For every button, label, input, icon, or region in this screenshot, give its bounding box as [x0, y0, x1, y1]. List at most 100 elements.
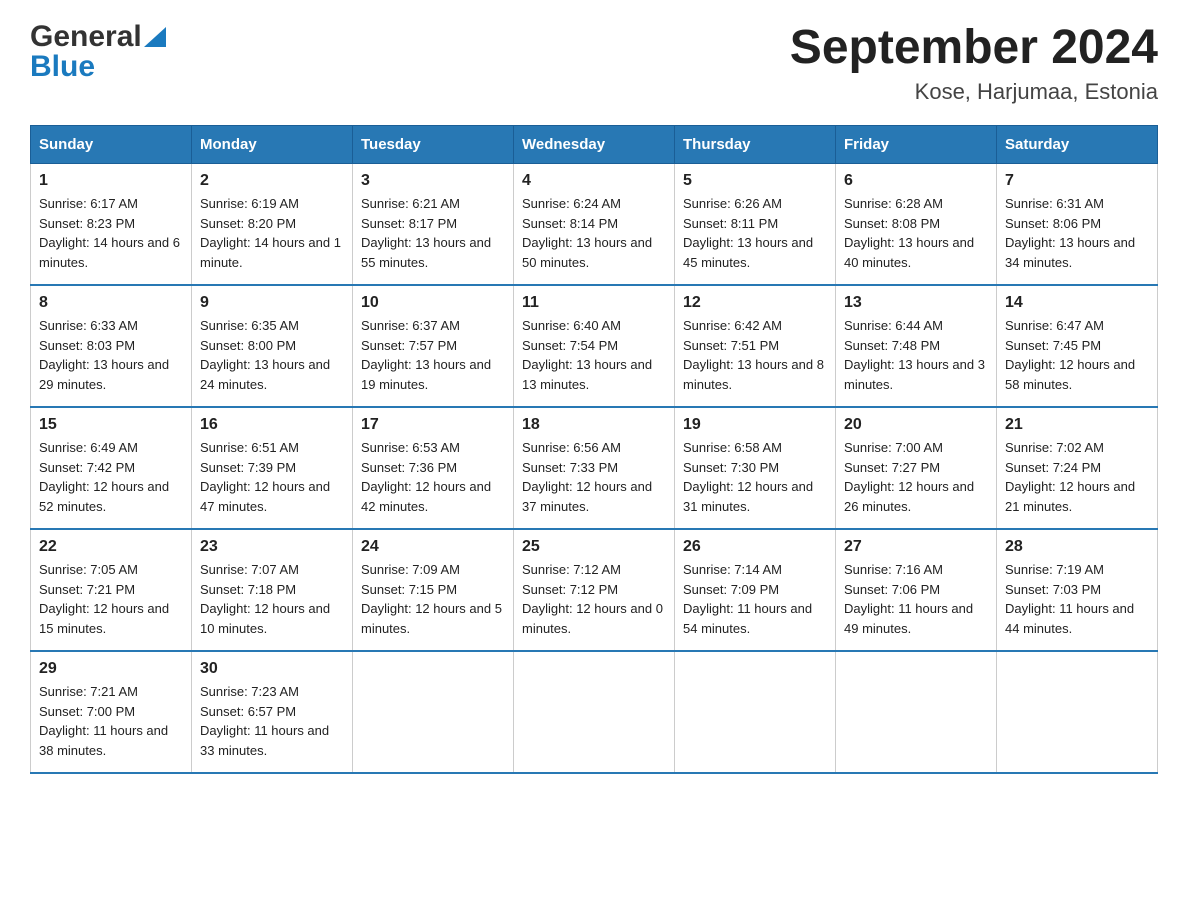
daylight-label: Daylight: 12 hours and 0 minutes.: [522, 601, 663, 636]
table-row: 22 Sunrise: 7:05 AM Sunset: 7:21 PM Dayl…: [31, 529, 192, 651]
day-info: Sunrise: 7:19 AM Sunset: 7:03 PM Dayligh…: [1005, 560, 1149, 638]
daylight-label: Daylight: 13 hours and 8 minutes.: [683, 357, 824, 392]
table-row: [836, 651, 997, 773]
day-number: 27: [844, 538, 988, 556]
day-number: 6: [844, 172, 988, 190]
table-row: 26 Sunrise: 7:14 AM Sunset: 7:09 PM Dayl…: [675, 529, 836, 651]
sunset-label: Sunset: 6:57 PM: [200, 704, 296, 719]
logo-line2: Blue: [30, 50, 166, 84]
sunset-label: Sunset: 8:06 PM: [1005, 216, 1101, 231]
day-info: Sunrise: 7:02 AM Sunset: 7:24 PM Dayligh…: [1005, 438, 1149, 516]
table-row: 7 Sunrise: 6:31 AM Sunset: 8:06 PM Dayli…: [997, 164, 1158, 286]
logo-triangle-icon: [144, 27, 166, 47]
sunrise-label: Sunrise: 6:24 AM: [522, 196, 621, 211]
table-row: 8 Sunrise: 6:33 AM Sunset: 8:03 PM Dayli…: [31, 285, 192, 407]
table-row: 6 Sunrise: 6:28 AM Sunset: 8:08 PM Dayli…: [836, 164, 997, 286]
table-row: 14 Sunrise: 6:47 AM Sunset: 7:45 PM Dayl…: [997, 285, 1158, 407]
daylight-label: Daylight: 11 hours and 44 minutes.: [1005, 601, 1134, 636]
day-number: 14: [1005, 294, 1149, 312]
daylight-label: Daylight: 12 hours and 47 minutes.: [200, 479, 330, 514]
day-number: 9: [200, 294, 344, 312]
sunset-label: Sunset: 7:27 PM: [844, 460, 940, 475]
daylight-label: Daylight: 12 hours and 37 minutes.: [522, 479, 652, 514]
day-number: 25: [522, 538, 666, 556]
sunset-label: Sunset: 8:20 PM: [200, 216, 296, 231]
table-row: [514, 651, 675, 773]
calendar-week-row: 22 Sunrise: 7:05 AM Sunset: 7:21 PM Dayl…: [31, 529, 1158, 651]
sunset-label: Sunset: 7:12 PM: [522, 582, 618, 597]
daylight-label: Daylight: 12 hours and 5 minutes.: [361, 601, 502, 636]
calendar-title: September 2024: [790, 20, 1158, 75]
day-number: 22: [39, 538, 183, 556]
day-info: Sunrise: 6:56 AM Sunset: 7:33 PM Dayligh…: [522, 438, 666, 516]
sunrise-label: Sunrise: 7:21 AM: [39, 684, 138, 699]
sunrise-label: Sunrise: 6:40 AM: [522, 318, 621, 333]
daylight-label: Daylight: 13 hours and 29 minutes.: [39, 357, 169, 392]
table-row: 11 Sunrise: 6:40 AM Sunset: 7:54 PM Dayl…: [514, 285, 675, 407]
day-info: Sunrise: 7:07 AM Sunset: 7:18 PM Dayligh…: [200, 560, 344, 638]
daylight-label: Daylight: 13 hours and 55 minutes.: [361, 235, 491, 270]
day-info: Sunrise: 6:53 AM Sunset: 7:36 PM Dayligh…: [361, 438, 505, 516]
daylight-label: Daylight: 12 hours and 21 minutes.: [1005, 479, 1135, 514]
sunrise-label: Sunrise: 6:17 AM: [39, 196, 138, 211]
daylight-label: Daylight: 13 hours and 40 minutes.: [844, 235, 974, 270]
sunset-label: Sunset: 7:18 PM: [200, 582, 296, 597]
daylight-label: Daylight: 13 hours and 3 minutes.: [844, 357, 985, 392]
table-row: 28 Sunrise: 7:19 AM Sunset: 7:03 PM Dayl…: [997, 529, 1158, 651]
day-info: Sunrise: 7:12 AM Sunset: 7:12 PM Dayligh…: [522, 560, 666, 638]
header-sunday: Sunday: [31, 126, 192, 164]
table-row: 17 Sunrise: 6:53 AM Sunset: 7:36 PM Dayl…: [353, 407, 514, 529]
day-number: 3: [361, 172, 505, 190]
day-info: Sunrise: 7:09 AM Sunset: 7:15 PM Dayligh…: [361, 560, 505, 638]
table-row: 24 Sunrise: 7:09 AM Sunset: 7:15 PM Dayl…: [353, 529, 514, 651]
day-info: Sunrise: 6:24 AM Sunset: 8:14 PM Dayligh…: [522, 194, 666, 272]
day-number: 15: [39, 416, 183, 434]
calendar-table: Sunday Monday Tuesday Wednesday Thursday…: [30, 125, 1158, 774]
sunset-label: Sunset: 7:36 PM: [361, 460, 457, 475]
sunrise-label: Sunrise: 6:31 AM: [1005, 196, 1104, 211]
sunrise-label: Sunrise: 6:58 AM: [683, 440, 782, 455]
table-row: [675, 651, 836, 773]
daylight-label: Daylight: 12 hours and 15 minutes.: [39, 601, 169, 636]
sunset-label: Sunset: 8:00 PM: [200, 338, 296, 353]
table-row: 19 Sunrise: 6:58 AM Sunset: 7:30 PM Dayl…: [675, 407, 836, 529]
day-number: 23: [200, 538, 344, 556]
day-number: 29: [39, 660, 183, 678]
table-row: 4 Sunrise: 6:24 AM Sunset: 8:14 PM Dayli…: [514, 164, 675, 286]
day-number: 13: [844, 294, 988, 312]
day-info: Sunrise: 7:14 AM Sunset: 7:09 PM Dayligh…: [683, 560, 827, 638]
sunrise-label: Sunrise: 7:09 AM: [361, 562, 460, 577]
day-number: 26: [683, 538, 827, 556]
header-friday: Friday: [836, 126, 997, 164]
daylight-label: Daylight: 13 hours and 19 minutes.: [361, 357, 491, 392]
sunset-label: Sunset: 7:54 PM: [522, 338, 618, 353]
table-row: [353, 651, 514, 773]
day-number: 21: [1005, 416, 1149, 434]
day-info: Sunrise: 6:51 AM Sunset: 7:39 PM Dayligh…: [200, 438, 344, 516]
table-row: 9 Sunrise: 6:35 AM Sunset: 8:00 PM Dayli…: [192, 285, 353, 407]
logo: General Blue: [30, 20, 166, 84]
day-number: 4: [522, 172, 666, 190]
day-info: Sunrise: 6:58 AM Sunset: 7:30 PM Dayligh…: [683, 438, 827, 516]
sunset-label: Sunset: 7:45 PM: [1005, 338, 1101, 353]
daylight-label: Daylight: 13 hours and 24 minutes.: [200, 357, 330, 392]
sunrise-label: Sunrise: 6:44 AM: [844, 318, 943, 333]
sunset-label: Sunset: 7:03 PM: [1005, 582, 1101, 597]
day-info: Sunrise: 7:23 AM Sunset: 6:57 PM Dayligh…: [200, 682, 344, 760]
calendar-week-row: 8 Sunrise: 6:33 AM Sunset: 8:03 PM Dayli…: [31, 285, 1158, 407]
daylight-label: Daylight: 11 hours and 49 minutes.: [844, 601, 973, 636]
header-monday: Monday: [192, 126, 353, 164]
day-number: 16: [200, 416, 344, 434]
table-row: 23 Sunrise: 7:07 AM Sunset: 7:18 PM Dayl…: [192, 529, 353, 651]
sunset-label: Sunset: 7:24 PM: [1005, 460, 1101, 475]
sunset-label: Sunset: 7:00 PM: [39, 704, 135, 719]
table-row: 3 Sunrise: 6:21 AM Sunset: 8:17 PM Dayli…: [353, 164, 514, 286]
table-row: 30 Sunrise: 7:23 AM Sunset: 6:57 PM Dayl…: [192, 651, 353, 773]
table-row: 5 Sunrise: 6:26 AM Sunset: 8:11 PM Dayli…: [675, 164, 836, 286]
day-info: Sunrise: 6:26 AM Sunset: 8:11 PM Dayligh…: [683, 194, 827, 272]
day-info: Sunrise: 6:33 AM Sunset: 8:03 PM Dayligh…: [39, 316, 183, 394]
header-saturday: Saturday: [997, 126, 1158, 164]
day-info: Sunrise: 6:21 AM Sunset: 8:17 PM Dayligh…: [361, 194, 505, 272]
day-info: Sunrise: 6:42 AM Sunset: 7:51 PM Dayligh…: [683, 316, 827, 394]
daylight-label: Daylight: 13 hours and 13 minutes.: [522, 357, 652, 392]
